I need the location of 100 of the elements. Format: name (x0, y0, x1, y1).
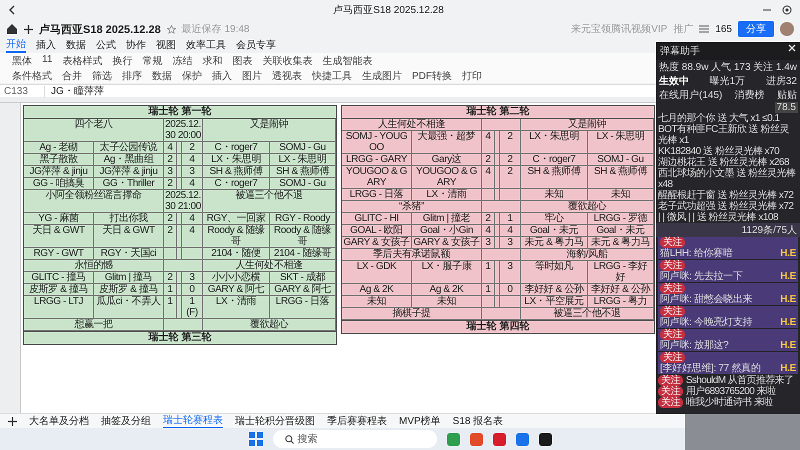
toolbar-button[interactable]: PDF转换 (412, 68, 452, 82)
sheet-tab[interactable]: 季后赛赛程表 (327, 414, 387, 428)
table-cell: 太子公园传说 (94, 142, 164, 154)
toolbar-button[interactable]: 生成智能表 (322, 54, 372, 68)
stat-item[interactable]: 曝光1万 (710, 74, 746, 88)
toolbar-button[interactable]: 条件格式 (12, 68, 52, 82)
toolbar-button[interactable]: 保护 (182, 68, 202, 82)
table-cell (482, 119, 521, 131)
plus-icon[interactable] (24, 24, 33, 34)
menu-tab[interactable]: 会员专享 (236, 38, 276, 52)
toolbar-button[interactable]: 数据 (152, 68, 172, 82)
entry-notice: 用户6893765200 来啦 (686, 386, 776, 397)
follow-badge: 关注 (660, 237, 686, 248)
group-name: 又是闹钟 (521, 119, 654, 131)
toolbar-button[interactable]: 快捷工具 (312, 68, 352, 82)
table-cell: LRGG - 罗德 (588, 213, 654, 225)
formula-input[interactable]: JG・瞳萍萍 (45, 84, 104, 98)
gift-line: KK182840 送 粉丝灵光棒 x70 (658, 146, 780, 157)
user-tag: H.E (780, 294, 796, 305)
menu-tab[interactable]: 公式 (96, 38, 116, 52)
follow-badge: 关注 (660, 352, 686, 363)
toolbar-button[interactable]: 11 (42, 54, 52, 68)
toolbar-button[interactable]: 排序 (122, 68, 142, 82)
stat-item[interactable]: 生效中 (659, 74, 689, 88)
menu-tab[interactable]: 效率工具 (186, 38, 226, 52)
toolbar-button[interactable]: 冻结 (172, 54, 192, 68)
toolbar-button[interactable]: 常规 (142, 54, 162, 68)
table-cell: C・roger7 (203, 142, 270, 154)
collaborators-count[interactable]: 165 (715, 24, 732, 34)
toolbar-button[interactable]: 换行 (112, 54, 132, 68)
table-cell: GLITC - HI (342, 213, 412, 225)
home-icon[interactable] (6, 23, 18, 35)
chat-message: 阿卢咪: 放那这? (660, 340, 728, 351)
user-tag: H.E (780, 363, 796, 374)
table-cell: 李好好 & 公孙 (588, 284, 654, 296)
search-field[interactable]: 搜索 (272, 430, 436, 448)
gift-total: 78.5 (774, 102, 798, 113)
avatar[interactable] (780, 22, 794, 36)
entry-notice: 唯我少时通诗书 来啦 (686, 397, 773, 408)
match-time: 2025.12.30 20:00 (164, 119, 203, 142)
menu-tab[interactable]: 协作 (126, 38, 146, 52)
window-title: 卢马西亚S18 2025.12.28 (332, 4, 445, 17)
toolbar-button[interactable]: 图表 (232, 54, 252, 68)
toolbar-button[interactable]: 黑体 (12, 54, 32, 68)
table-cell: SH & 燕师傅 (521, 166, 588, 189)
toolbar-button[interactable]: 求和 (202, 54, 222, 68)
table-cell: LRGG - GARY (342, 154, 412, 166)
group-name: 永恒的憾 (24, 260, 164, 272)
chat-tab[interactable]: 消费榜 (734, 88, 765, 102)
star-icon[interactable] (166, 24, 176, 34)
table-cell: 黑子散散 (24, 154, 94, 166)
sheet-tab[interactable]: 抽签及分组 (101, 414, 151, 428)
menu-tab[interactable]: 数据 (66, 38, 86, 52)
toolbar-button[interactable]: 筛选 (92, 68, 112, 82)
menu-tab[interactable]: 视图 (156, 38, 176, 52)
toolbar-button[interactable]: 插入 (212, 68, 232, 82)
table-cell: 3 (164, 166, 177, 178)
windows-start-icon[interactable] (248, 432, 262, 446)
sheet-tab[interactable]: 大名单及分档 (29, 414, 89, 428)
document-title: 卢马西亚S18 2025.12.28 (39, 22, 161, 36)
table-cell (482, 201, 521, 213)
table-cell: LX - 朱思明 (588, 131, 654, 154)
group-name: 四个老八 (24, 119, 164, 142)
table-cell: 皮斯罗 & 撞马 (24, 284, 94, 296)
table-cell: 李好好 & 公孙 (521, 284, 588, 296)
toolbar-button[interactable]: 透视表 (272, 68, 302, 82)
chat-tab[interactable]: 贴贴 (776, 88, 797, 102)
back-icon[interactable] (8, 5, 15, 15)
sheet-tab[interactable]: S18 报名表 (452, 414, 504, 428)
table-cell: 天日 & GWT (94, 225, 164, 248)
add-sheet-icon[interactable] (8, 416, 17, 426)
table-cell: 2 (482, 154, 495, 166)
sheet-tab[interactable]: 瑞士轮积分晋级图 (235, 414, 315, 428)
group-name: 又是闹钟 (203, 119, 336, 142)
chat-tab[interactable]: 在线用户(145) (659, 88, 722, 102)
table-cell: 1 (482, 261, 495, 284)
table-cell: SH & 燕师傅 (270, 166, 336, 178)
stat-item: 人气 173 (711, 61, 751, 74)
app-icon[interactable] (538, 432, 552, 446)
toolbar-button[interactable]: 打印 (462, 68, 482, 82)
toolbar-button[interactable]: 关联收集表 (262, 54, 312, 68)
stat-item[interactable]: 进房32 (766, 74, 797, 88)
toolbar-button[interactable]: 合并 (62, 68, 82, 82)
follow-badge: 关注 (658, 375, 683, 386)
toolbar-button[interactable]: 表格样式 (62, 54, 102, 68)
table-cell: 4 (482, 225, 495, 237)
table-cell: 天日 & GWT (24, 225, 94, 248)
table-cell: SKT - 成都 (270, 272, 336, 284)
menu-tab[interactable]: 插入 (36, 38, 56, 52)
gift-line: 西北球场的小文墨 送 粉丝灵光棒 x48 (658, 168, 796, 190)
share-button[interactable]: 分享 (738, 21, 774, 37)
menu-icon[interactable] (699, 25, 710, 33)
toolbar-button[interactable]: 生成图片 (362, 68, 402, 82)
table-cell: 2 (500, 154, 521, 166)
gift-line: 醒醒根赶于窗 送 粉丝灵光棒 x72 (658, 190, 794, 201)
table-cell: 2 (164, 272, 177, 284)
toolbar-button[interactable]: 图片 (242, 68, 262, 82)
table-cell: Glitm | 撞老 (412, 213, 482, 225)
table-cell: 3 (500, 261, 521, 284)
sheet-tab[interactable]: MVP榜单 (399, 414, 441, 428)
